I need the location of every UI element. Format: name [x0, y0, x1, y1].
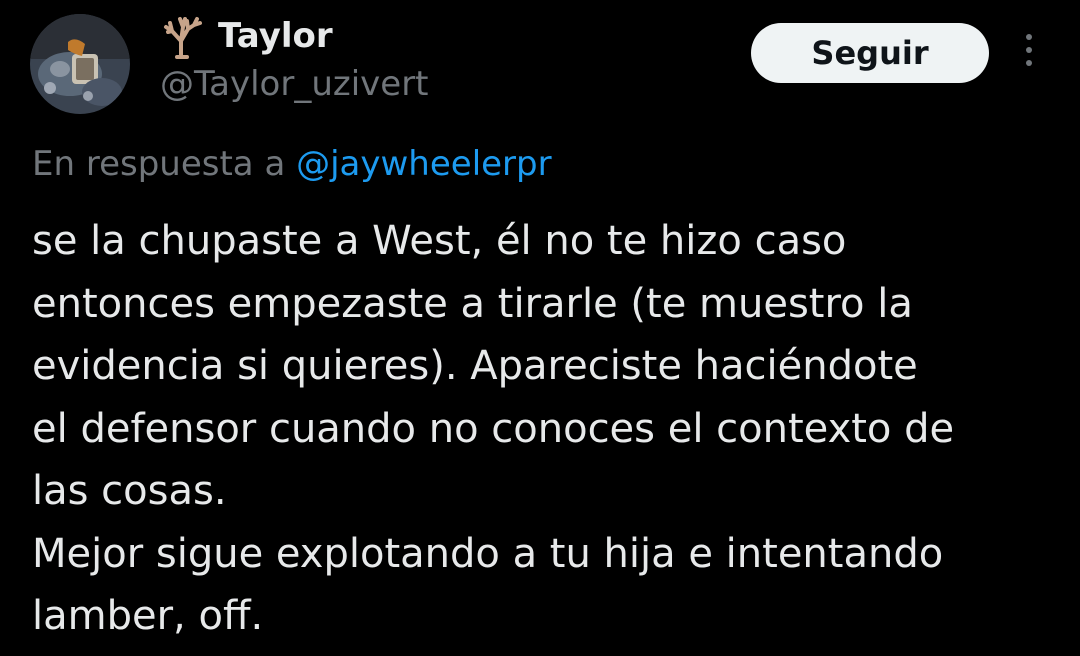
more-dot: [1026, 47, 1032, 53]
tweet-text-line: Mejor sigue explotando a tu hija e inten…: [32, 530, 944, 577]
reply-context: En respuesta a @jaywheelerpr: [32, 140, 552, 188]
author-display-name[interactable]: Taylor: [218, 14, 333, 58]
tweet-text: se la chupaste a West, él no te hizo cas…: [32, 210, 1062, 648]
tweet-text-line: evidencia si quieres). Apareciste hacién…: [32, 343, 918, 389]
avatar[interactable]: [30, 14, 130, 114]
more-dot: [1026, 34, 1032, 40]
follow-button[interactable]: Seguir: [751, 23, 989, 83]
author-handle[interactable]: @Taylor_uzivert: [160, 62, 429, 106]
tweet-card: Taylor @Taylor_uzivert Seguir En respues…: [0, 0, 1080, 656]
avatar-photo: [30, 14, 130, 114]
reply-prefix: En respuesta a: [32, 144, 286, 184]
tweet-text-line: se la chupaste a West, él no te hizo cas…: [32, 218, 847, 264]
tweet-text-line: lamber, off.: [32, 593, 264, 639]
reply-mention-link[interactable]: @jaywheelerpr: [296, 144, 552, 184]
author-name-row: Taylor: [160, 12, 333, 60]
more-dot: [1026, 60, 1032, 66]
tweet-text-line: entonces empezaste a tirarle (te muestro…: [32, 280, 913, 327]
bare-tree-emoji-icon: [160, 13, 206, 59]
tweet-text-line: el defensor cuando no conoces el context…: [32, 405, 955, 452]
tweet-text-line: las cosas.: [32, 468, 227, 514]
more-options-icon[interactable]: [1014, 34, 1044, 74]
